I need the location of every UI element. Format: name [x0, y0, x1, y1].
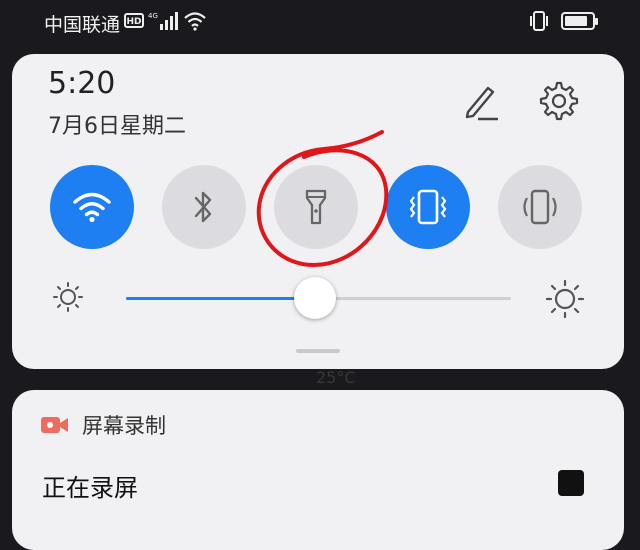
quick-settings-panel: 5:20 7月6日星期二	[12, 54, 624, 369]
notification-app-name: 屏幕录制	[82, 414, 166, 438]
wifi-toggle-button[interactable]	[50, 165, 134, 249]
clock-date: 7月6日星期二	[48, 114, 186, 139]
panel-drag-handle[interactable]	[296, 349, 340, 353]
hd-badge-icon: HD	[124, 13, 144, 28]
vibrate-toggle-button[interactable]	[386, 165, 470, 249]
bluetooth-toggle-button[interactable]	[162, 165, 246, 249]
flashlight-icon	[305, 189, 327, 225]
flashlight-toggle-button[interactable]	[274, 165, 358, 249]
brightness-slider-thumb[interactable]	[293, 277, 336, 319]
notification-text: 正在录屏	[42, 474, 138, 502]
edit-pencil-icon[interactable]	[460, 82, 500, 122]
stop-icon[interactable]	[558, 470, 584, 496]
brightness-slider-fill	[126, 297, 315, 300]
battery-icon	[561, 12, 598, 30]
signal-icon: 4G	[148, 12, 178, 30]
svg-text:4G: 4G	[148, 12, 158, 20]
rotate-icon	[523, 189, 557, 225]
bluetooth-icon	[194, 191, 212, 223]
auto-rotate-toggle-button[interactable]	[498, 165, 582, 249]
clock-time: 5:20	[48, 66, 116, 101]
vibrate-icon	[409, 189, 447, 225]
wifi-icon	[184, 12, 206, 31]
gear-icon[interactable]	[538, 80, 580, 122]
carrier-name: 中国联通	[44, 14, 121, 36]
brightness-slider[interactable]	[126, 277, 511, 319]
wifi-icon	[73, 192, 111, 223]
screen-record-notification[interactable]: 屏幕录制 正在录屏	[12, 390, 624, 550]
brightness-high-icon	[545, 279, 585, 319]
background-weather-text: 25°C	[316, 368, 356, 387]
brightness-low-icon	[53, 282, 83, 312]
screen-record-icon	[41, 417, 68, 433]
vibrate-icon	[530, 11, 548, 31]
status-bar: 中国联通 HD 4G	[0, 0, 640, 44]
